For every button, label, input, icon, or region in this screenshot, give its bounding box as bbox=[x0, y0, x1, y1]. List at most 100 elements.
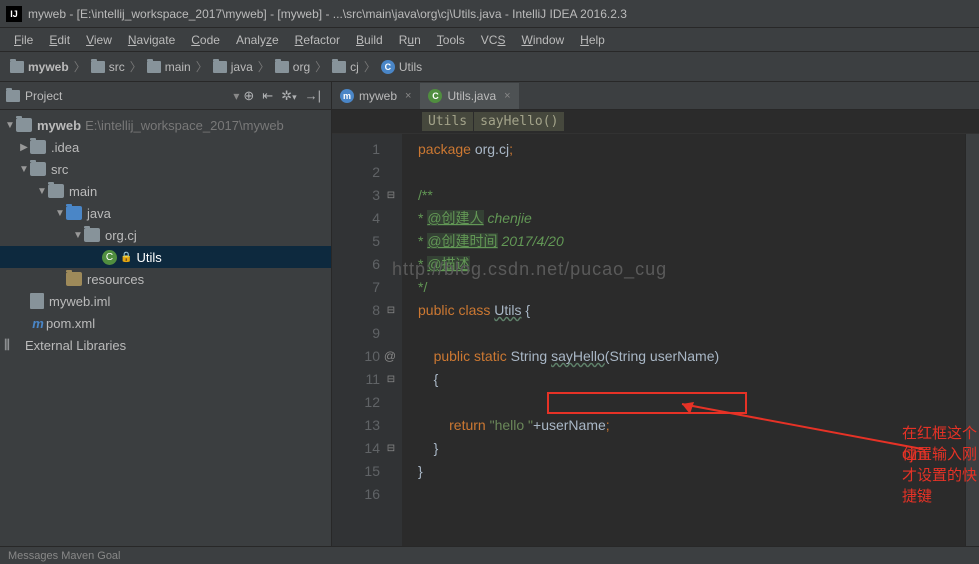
crumb-cj[interactable]: cj bbox=[330, 60, 361, 74]
tree-item-src[interactable]: ▼ src bbox=[0, 158, 331, 180]
status-bar: Messages Maven Goal bbox=[0, 546, 979, 564]
tree-item-idea[interactable]: ▶ .idea bbox=[0, 136, 331, 158]
tree-item-package[interactable]: ▼ org.cj bbox=[0, 224, 331, 246]
tree-label: myweb.iml bbox=[49, 294, 110, 309]
editor-gutter[interactable]: 12345678910111213141516 ⊟ ⊟ ⊟ ⊟ @ bbox=[332, 134, 402, 546]
expand-icon[interactable]: ▶ bbox=[18, 142, 30, 153]
tree-label: src bbox=[51, 162, 68, 177]
editor-breadcrumbs: Utils sayHello() bbox=[332, 110, 979, 134]
project-panel-header: Project ▾ ⊕ ⇤ ✲▾ →| bbox=[0, 82, 331, 110]
menu-code[interactable]: Code bbox=[183, 30, 228, 50]
chevron-right-icon: 〉 bbox=[71, 58, 89, 75]
tree-item-utils[interactable]: C🔒Utils bbox=[0, 246, 331, 268]
menu-navigate[interactable]: Navigate bbox=[120, 30, 183, 50]
tree-item-resources[interactable]: resources bbox=[0, 268, 331, 290]
folder-icon bbox=[332, 61, 346, 73]
tree-label: Utils bbox=[136, 250, 161, 265]
expand-icon[interactable]: ▼ bbox=[18, 164, 30, 175]
menu-analyze[interactable]: Analyze bbox=[228, 30, 287, 50]
tree-label: pom.xml bbox=[46, 316, 95, 331]
tree-item-java[interactable]: ▼java bbox=[0, 202, 331, 224]
tree-label: External Libraries bbox=[25, 338, 126, 353]
menu-view[interactable]: View bbox=[78, 30, 120, 50]
expand-icon[interactable]: ▼ bbox=[72, 230, 84, 241]
menu-file[interactable]: File bbox=[6, 30, 41, 50]
hide-icon[interactable]: →| bbox=[301, 88, 325, 103]
crumb-label: java bbox=[231, 60, 253, 74]
annotation-shortcut: cjm bbox=[902, 446, 927, 464]
settings-icon[interactable]: ✲▾ bbox=[277, 88, 300, 104]
project-icon bbox=[6, 90, 20, 102]
menu-edit[interactable]: Edit bbox=[41, 30, 78, 50]
crumb-class[interactable]: Utils bbox=[422, 112, 473, 131]
menu-tools[interactable]: Tools bbox=[429, 30, 473, 50]
editor-tabs: mmyweb × CUtils.java× bbox=[332, 82, 979, 110]
scroll-from-source-icon[interactable]: ⊕ bbox=[239, 88, 258, 104]
status-text: Messages Maven Goal bbox=[8, 550, 121, 562]
tree-label: resources bbox=[87, 272, 144, 287]
code-editor[interactable]: 12345678910111213141516 ⊟ ⊟ ⊟ ⊟ @ packag… bbox=[332, 134, 979, 546]
crumb-main[interactable]: main bbox=[145, 60, 193, 74]
folder-icon bbox=[147, 61, 161, 73]
fold-icon[interactable]: ⊟ bbox=[384, 299, 398, 322]
tree-item-main[interactable]: ▼main bbox=[0, 180, 331, 202]
fold-icon[interactable]: ⊟ bbox=[384, 437, 398, 460]
libraries-icon: ⫼ bbox=[4, 337, 20, 353]
menu-help[interactable]: Help bbox=[572, 30, 613, 50]
watermark-text: http://blog.csdn.net/pucao_cug bbox=[392, 258, 667, 281]
tab-label: myweb bbox=[359, 89, 397, 103]
tree-label: .idea bbox=[51, 140, 79, 155]
expand-icon[interactable]: ▼ bbox=[4, 120, 16, 131]
menu-window[interactable]: Window bbox=[513, 30, 572, 50]
resources-folder-icon bbox=[66, 272, 82, 286]
folder-icon bbox=[30, 162, 46, 176]
lock-icon: 🔒 bbox=[120, 252, 132, 263]
folder-icon bbox=[275, 61, 289, 73]
expand-icon[interactable]: ▼ bbox=[36, 186, 48, 197]
crumb-org[interactable]: org bbox=[273, 60, 312, 74]
tree-path: E:\intellij_workspace_2017\myweb bbox=[85, 118, 284, 133]
expand-icon[interactable]: ▼ bbox=[54, 208, 66, 219]
menu-vcs[interactable]: VCS bbox=[473, 30, 514, 50]
fold-icon[interactable]: ⊟ bbox=[384, 368, 398, 391]
close-icon[interactable]: × bbox=[405, 90, 411, 102]
annotation-highlight-box bbox=[547, 392, 747, 414]
folder-icon bbox=[213, 61, 227, 73]
menu-build[interactable]: Build bbox=[348, 30, 391, 50]
code-content[interactable]: package org.cj; /** * @创建人 chenjie * @创建… bbox=[402, 134, 965, 546]
tree-root[interactable]: ▼ myweb E:\intellij_workspace_2017\myweb bbox=[0, 114, 331, 136]
menu-refactor[interactable]: Refactor bbox=[287, 30, 348, 50]
folder-icon bbox=[30, 140, 46, 154]
menu-run[interactable]: Run bbox=[391, 30, 429, 50]
override-gutter-icon[interactable]: @ bbox=[384, 345, 396, 368]
crumb-label: src bbox=[109, 60, 125, 74]
tree-label: myweb bbox=[37, 118, 81, 133]
crumb-label: Utils bbox=[399, 60, 422, 74]
maven-icon: m bbox=[340, 89, 354, 103]
source-folder-icon bbox=[66, 206, 82, 220]
tree-label: org.cj bbox=[105, 228, 137, 243]
editor-area: mmyweb × CUtils.java× Utils sayHello() 12… bbox=[332, 82, 979, 546]
folder-icon bbox=[10, 61, 24, 73]
annotation-text: 在红框这个位置输入刚才设置的快捷键 bbox=[902, 422, 979, 506]
window-title: myweb - [E:\intellij_workspace_2017\mywe… bbox=[28, 7, 627, 21]
editor-tab-myweb[interactable]: mmyweb × bbox=[332, 83, 419, 109]
editor-tab-utils[interactable]: CUtils.java× bbox=[420, 83, 518, 109]
collapse-all-icon[interactable]: ⇤ bbox=[258, 88, 277, 104]
crumb-utils[interactable]: CUtils bbox=[379, 60, 424, 74]
crumb-label: cj bbox=[350, 60, 359, 74]
close-icon[interactable]: × bbox=[504, 90, 510, 102]
crumb-label: myweb bbox=[28, 60, 69, 74]
chevron-right-icon: 〉 bbox=[312, 58, 330, 75]
tree-item-pom[interactable]: mpom.xml bbox=[0, 312, 331, 334]
crumb-src[interactable]: src bbox=[89, 60, 127, 74]
crumb-method[interactable]: sayHello() bbox=[474, 112, 564, 131]
crumb-java[interactable]: java bbox=[211, 60, 255, 74]
tree-item-iml[interactable]: myweb.iml bbox=[0, 290, 331, 312]
tree-item-libs[interactable]: ⫼ External Libraries bbox=[0, 334, 331, 356]
crumb-label: main bbox=[165, 60, 191, 74]
crumb-myweb[interactable]: myweb bbox=[8, 60, 71, 74]
project-tree: ▼ myweb E:\intellij_workspace_2017\myweb… bbox=[0, 110, 331, 360]
chevron-right-icon: 〉 bbox=[361, 58, 379, 75]
fold-icon[interactable]: ⊟ bbox=[384, 184, 398, 207]
